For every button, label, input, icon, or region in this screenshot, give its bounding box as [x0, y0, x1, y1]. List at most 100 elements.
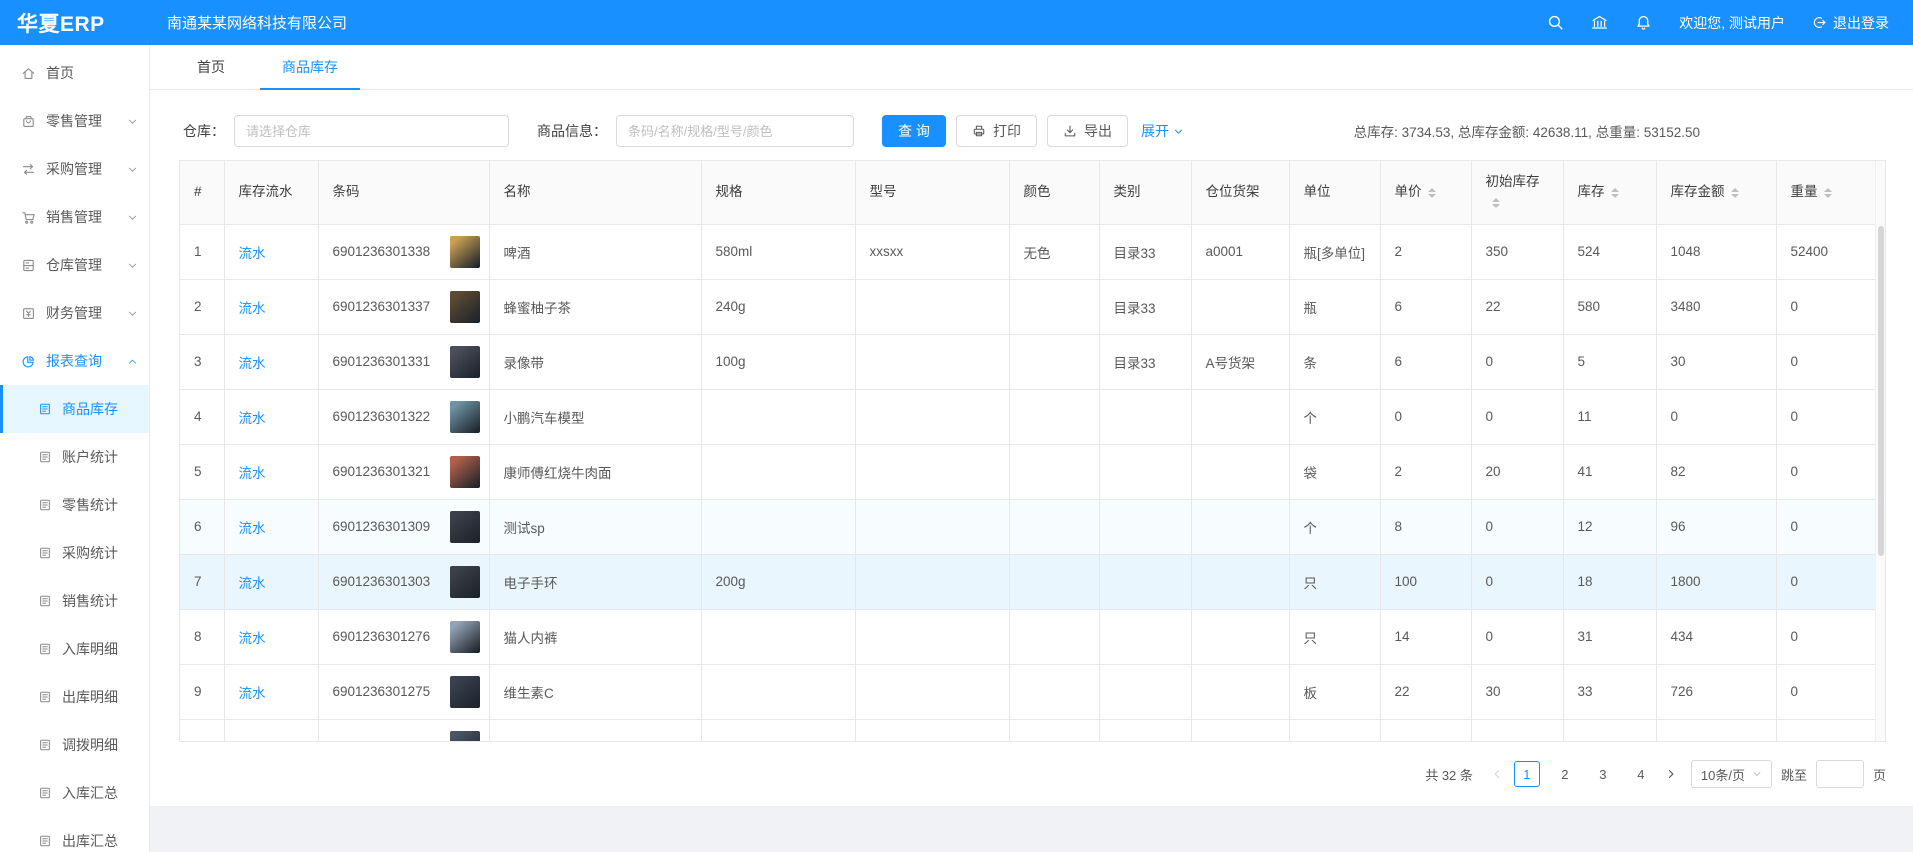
sidebar-item-retail[interactable]: 零售管理 [0, 97, 149, 145]
expand-label: 展开 [1141, 121, 1169, 141]
cell-unit [1289, 719, 1380, 742]
page-size-select[interactable]: 10条/页 [1691, 760, 1772, 788]
cell-index: 7 [180, 554, 224, 609]
export-label: 导出 [1084, 121, 1112, 141]
product-thumbnail[interactable] [450, 401, 480, 433]
scrollbar-thumb[interactable] [1878, 226, 1884, 556]
sidebar-item-sales[interactable]: 销售管理 [0, 193, 149, 241]
app-logo[interactable]: 华夏ERP [0, 8, 150, 38]
sidebar-nav: 首页零售管理采购管理销售管理仓库管理财务管理报表查询商品库存账户统计零售统计采购… [0, 45, 149, 852]
pagination: 共 32 条 1234 10条/页 跳至 页 [150, 760, 1886, 788]
col-header-category: 类别 [1099, 161, 1191, 224]
cell-shelf [1191, 444, 1289, 499]
product-thumbnail[interactable] [450, 676, 480, 708]
sidebar-item-finance[interactable]: 财务管理 [0, 289, 149, 337]
tab-home[interactable]: 首页 [175, 45, 247, 89]
jump-page-input[interactable] [1816, 760, 1864, 788]
sidebar-item-warehouse[interactable]: 仓库管理 [0, 241, 149, 289]
table-scrollbar[interactable] [1875, 161, 1885, 741]
cell-unit: 板 [1289, 664, 1380, 719]
sort-carets-icon[interactable] [1428, 188, 1436, 198]
stock-flow-link[interactable]: 流水 [239, 576, 266, 591]
page-button-3[interactable]: 3 [1590, 761, 1616, 787]
product-thumbnail[interactable] [450, 731, 480, 742]
sidebar-item-inbound-summary[interactable]: 入库汇总 [0, 769, 149, 817]
sidebar-item-outbound-detail[interactable]: 出库明细 [0, 673, 149, 721]
cell-shelf [1191, 279, 1289, 334]
stock-flow-link[interactable]: 流水 [239, 466, 266, 481]
col-header-weight[interactable]: 重量 [1776, 161, 1876, 224]
cell-shelf: A号货架 [1191, 334, 1289, 389]
col-header-stock[interactable]: 库存 [1563, 161, 1656, 224]
print-button[interactable]: 打印 [956, 115, 1037, 147]
sidebar-item-account-stats[interactable]: 账户统计 [0, 433, 149, 481]
stock-flow-link[interactable]: 流水 [239, 356, 266, 371]
sidebar-item-sales-stats[interactable]: 销售统计 [0, 577, 149, 625]
logout-button[interactable]: 退出登录 [1812, 13, 1889, 33]
sort-carets-icon[interactable] [1731, 188, 1739, 198]
sales-icon [21, 210, 36, 225]
warehouse-select[interactable] [234, 115, 509, 147]
sidebar-item-transfer-detail[interactable]: 调拨明细 [0, 721, 149, 769]
sort-carets-icon[interactable] [1492, 198, 1500, 208]
stock-flow-link[interactable]: 流水 [239, 301, 266, 316]
product-thumbnail[interactable] [450, 346, 480, 378]
product-thumbnail[interactable] [450, 236, 480, 268]
sort-carets-icon[interactable] [1824, 188, 1832, 198]
sidebar-item-goods-stock[interactable]: 商品库存 [0, 385, 149, 433]
stock-flow-link[interactable]: 流水 [239, 246, 266, 261]
sidebar-item-outbound-summary[interactable]: 出库汇总 [0, 817, 149, 852]
page-button-1[interactable]: 1 [1514, 761, 1540, 787]
cell-category: 目录33 [1099, 224, 1191, 279]
bell-icon[interactable] [1635, 14, 1652, 31]
stock-flow-link[interactable]: 流水 [239, 741, 266, 742]
col-header-amount[interactable]: 库存金额 [1656, 161, 1776, 224]
product-info-input[interactable] [616, 115, 854, 147]
product-thumbnail[interactable] [450, 621, 480, 653]
stock-flow-link[interactable]: 流水 [239, 631, 266, 646]
sidebar-item-label: 销售统计 [62, 591, 118, 611]
cell-spec: 580ml [701, 224, 855, 279]
cell-category [1099, 499, 1191, 554]
product-thumbnail[interactable] [450, 511, 480, 543]
sidebar-item-inbound-detail[interactable]: 入库明细 [0, 625, 149, 673]
top-header: 华夏ERP 南通某某网络科技有限公司 欢迎您, 测试用户 退出登录 [0, 0, 1913, 45]
cell-price: 100 [1380, 554, 1471, 609]
sidebar-item-purchase-stats[interactable]: 采购统计 [0, 529, 149, 577]
stock-flow-link[interactable]: 流水 [239, 521, 266, 536]
stock-flow-link[interactable]: 流水 [239, 686, 266, 701]
sidebar-item-purchase[interactable]: 采购管理 [0, 145, 149, 193]
col-header-price[interactable]: 单价 [1380, 161, 1471, 224]
cell-init-stock [1471, 719, 1563, 742]
cell-price: 0 [1380, 389, 1471, 444]
cell-stock: 12 [1563, 499, 1656, 554]
cell-price [1380, 719, 1471, 742]
sort-carets-icon[interactable] [1611, 188, 1619, 198]
page-button-4[interactable]: 4 [1628, 761, 1654, 787]
col-header-label: 条码 [333, 184, 360, 199]
export-button[interactable]: 导出 [1047, 115, 1128, 147]
cell-spec [701, 444, 855, 499]
product-thumbnail[interactable] [450, 456, 480, 488]
sidebar-item-retail-stats[interactable]: 零售统计 [0, 481, 149, 529]
prev-page-button[interactable] [1489, 768, 1505, 780]
col-header-unit: 单位 [1289, 161, 1380, 224]
product-thumbnail[interactable] [450, 566, 480, 598]
stock-flow-link[interactable]: 流水 [239, 411, 266, 426]
welcome-text: 欢迎您, 测试用户 [1679, 13, 1785, 33]
cell-index: 4 [180, 389, 224, 444]
product-thumbnail[interactable] [450, 291, 480, 323]
sidebar-item-home[interactable]: 首页 [0, 49, 149, 97]
search-button[interactable]: 查 询 [882, 115, 946, 147]
sidebar-item-reports[interactable]: 报表查询 [0, 337, 149, 385]
tab-goods-stock[interactable]: 商品库存 [260, 45, 360, 89]
expand-link[interactable]: 展开 [1141, 121, 1184, 141]
list-icon [38, 690, 52, 704]
col-header-label: # [194, 184, 202, 199]
cell-weight: 0 [1776, 444, 1876, 499]
page-button-2[interactable]: 2 [1552, 761, 1578, 787]
search-icon[interactable] [1547, 14, 1564, 31]
bank-icon[interactable] [1591, 14, 1608, 31]
next-page-button[interactable] [1663, 768, 1679, 780]
col-header-init-stock[interactable]: 初始库存 [1471, 161, 1563, 224]
